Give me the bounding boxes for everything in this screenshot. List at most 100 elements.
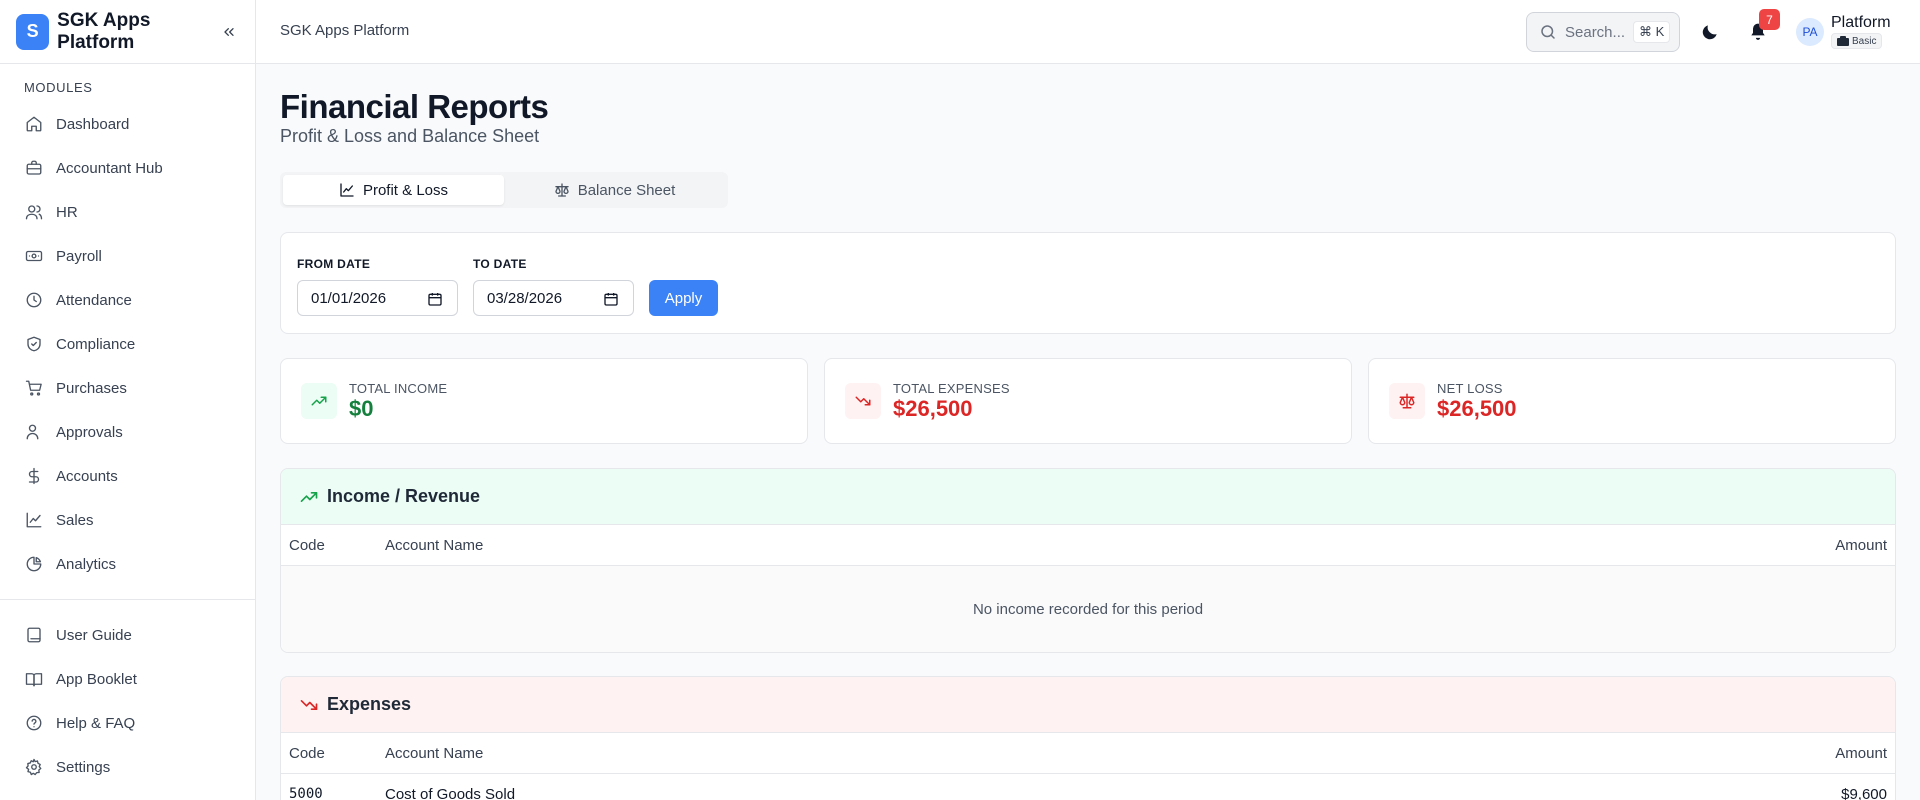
search-button[interactable]: Search... ⌘ K [1526,12,1680,52]
breadcrumb[interactable]: SGK Apps Platform [280,22,409,39]
brand-logo[interactable]: S [16,13,50,50]
column-header-account-name: Account Name [385,744,484,762]
from-date-label: FROM DATE [297,257,371,271]
tab-label: Profit & Loss [362,181,449,199]
sidebar-item-settings[interactable]: Settings [0,745,255,789]
sidebar-item-label: App Booklet [56,670,137,688]
modules-section-label: MODULES [24,80,93,95]
sidebar-item-app-booklet[interactable]: App Booklet [0,657,255,701]
sidebar-item-accounts[interactable]: Accounts [0,454,255,498]
column-header-amount: Amount [1835,536,1887,554]
sidebar-item-approvals[interactable]: Approvals [0,410,255,454]
sidebar-item-label: Attendance [56,291,132,309]
sidebar-item-label: Sales [56,511,94,529]
row-code: 5000 [289,786,323,800]
clock-icon [24,290,44,310]
expenses-section-header: Expenses [281,677,1895,733]
sidebar-item-payroll[interactable]: Payroll [0,234,255,278]
tab-balance-sheet[interactable]: Balance Sheet [504,175,725,205]
sidebar-item-label: Settings [56,758,111,776]
home-icon [24,114,44,134]
table-row[interactable]: 5000 Cost of Goods Sold $9,600 [281,774,1895,800]
date-filter-card: FROM DATE 01/01/2026 TO DATE 03/28/2026 … [280,232,1896,334]
book-open-icon [24,669,44,689]
trending-up-icon [301,383,337,419]
search-placeholder: Search... [1565,23,1626,41]
page-subtitle: Profit & Loss and Balance Sheet [280,126,540,146]
sidebar-item-label: Approvals [56,423,123,441]
sidebar-item-label: Payroll [56,247,102,265]
scale-icon [1389,383,1425,419]
sidebar-item-label: Dashboard [56,115,130,133]
income-section-header: Income / Revenue [281,469,1895,525]
trending-up-icon [24,510,44,530]
column-header-code: Code [289,744,325,762]
total-income-card: TOTAL INCOME $0 [280,358,808,444]
plan-badge: Basic [1831,33,1883,49]
income-section: Income / Revenue Code Account Name Amoun… [280,468,1896,653]
sidebar-item-purchases[interactable]: Purchases [0,366,255,410]
trending-down-icon [299,695,319,715]
help-circle-icon [24,713,44,733]
notification-count-badge: 7 [1759,9,1780,30]
trending-up-icon [299,487,319,507]
from-date-value: 01/01/2026 [311,289,387,307]
total-income-value: $0 [349,396,374,421]
briefcase-icon [24,158,44,178]
from-date-input[interactable]: 01/01/2026 [297,280,458,316]
scale-icon [554,182,570,198]
report-tabs: Profit & Loss Balance Sheet [280,172,728,208]
main-content: Financial Reports Profit & Loss and Bala… [256,64,1920,800]
income-empty-state: No income recorded for this period [281,566,1895,652]
sidebar-nav: Dashboard Accountant Hub HR Payroll Atte… [0,102,255,600]
topbar: SGK Apps Platform Search... ⌘ K 7 PA Pla… [256,0,1920,64]
sidebar-item-label: Analytics [56,555,117,573]
sidebar-item-label: Accountant Hub [56,159,163,177]
pie-chart-icon [24,554,44,574]
tab-profit-loss[interactable]: Profit & Loss [283,175,504,205]
calendar-icon[interactable] [603,291,619,307]
calendar-icon[interactable] [427,291,443,307]
user-name[interactable]: Platform [1831,14,1891,32]
to-date-label: TO DATE [473,257,527,271]
plan-label: Basic [1852,35,1877,47]
search-shortcut: ⌘ K [1633,21,1671,43]
total-expenses-card: TOTAL EXPENSES $26,500 [824,358,1352,444]
sidebar-item-label: Accounts [56,467,118,485]
collapse-sidebar-icon[interactable] [219,21,239,43]
cart-icon [24,378,44,398]
row-amount: $9,600 [1841,785,1887,800]
sidebar: S SGK Apps Platform MODULES Dashboard Ac… [0,0,256,800]
total-expenses-label: TOTAL EXPENSES [893,381,1010,396]
dark-mode-toggle-icon[interactable] [1700,22,1720,42]
line-chart-icon [339,182,355,198]
tab-label: Balance Sheet [577,181,676,199]
banknote-icon [24,246,44,266]
avatar[interactable]: PA [1796,18,1824,46]
column-header-amount: Amount [1835,744,1887,762]
dollar-icon [24,466,44,486]
plan-icon [1837,36,1849,46]
net-loss-label: NET LOSS [1437,381,1503,396]
sidebar-item-sales[interactable]: Sales [0,498,255,542]
book-icon [24,625,44,645]
sidebar-item-label: HR [56,203,78,221]
sidebar-item-compliance[interactable]: Compliance [0,322,255,366]
users-icon [24,202,44,222]
sidebar-item-hr[interactable]: HR [0,190,255,234]
sidebar-item-accountant-hub[interactable]: Accountant Hub [0,146,255,190]
shield-check-icon [24,334,44,354]
apply-button[interactable]: Apply [649,280,718,316]
sidebar-item-analytics[interactable]: Analytics [0,542,255,586]
sidebar-item-label: Help & FAQ [56,714,136,732]
sidebar-item-user-guide[interactable]: User Guide [0,613,255,657]
column-header-account-name: Account Name [385,536,484,554]
sidebar-item-dashboard[interactable]: Dashboard [0,102,255,146]
search-icon [1539,23,1557,41]
gear-icon [24,757,44,777]
sidebar-item-help-faq[interactable]: Help & FAQ [0,701,255,745]
sidebar-item-attendance[interactable]: Attendance [0,278,255,322]
to-date-input[interactable]: 03/28/2026 [473,280,634,316]
brand-name: SGK Apps Platform [57,9,151,53]
page-title: Financial Reports [280,88,549,125]
